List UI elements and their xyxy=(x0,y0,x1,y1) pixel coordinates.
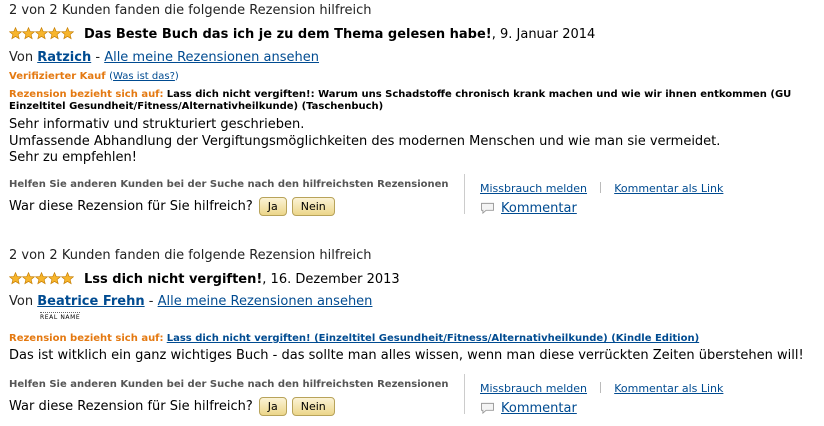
helpful-count: 2 von 2 Kunden fanden die folgende Rezen… xyxy=(9,3,372,18)
author-link[interactable]: Ratzich xyxy=(37,50,91,65)
star-rating xyxy=(9,272,74,285)
review-body-line: Sehr zu empfehlen! xyxy=(9,150,137,165)
review-body: Das ist witklich ein ganz wichtiges Buch… xyxy=(9,348,804,365)
feedback-hint: Helfen Sie anderen Kunden bei der Suche … xyxy=(9,379,449,390)
vote-row: War diese Rezension für Sie hilfreich? J… xyxy=(9,397,335,416)
author-link[interactable]: Beatrice Frehn xyxy=(37,294,144,309)
real-name-badge: REAL NAME xyxy=(40,312,81,321)
star-icon xyxy=(48,272,61,285)
by-prefix: Von xyxy=(9,50,34,65)
star-icon xyxy=(61,272,74,285)
comment-action[interactable]: Kommentar xyxy=(480,197,577,216)
star-icon xyxy=(35,27,48,40)
helpful-count: 2 von 2 Kunden fanden die folgende Rezen… xyxy=(9,248,372,263)
action-divider xyxy=(600,382,602,393)
comment-as-link[interactable]: Kommentar als Link xyxy=(614,182,723,195)
comment-link[interactable]: Kommentar xyxy=(501,201,577,216)
comment-bubble-icon xyxy=(481,202,494,214)
byline-separator: - xyxy=(148,294,154,309)
all-reviews-link[interactable]: Alle meine Rezensionen ansehen xyxy=(158,294,373,309)
report-abuse-link[interactable]: Missbrauch melden xyxy=(480,382,587,395)
product-label: Rezension bezieht sich auf: xyxy=(9,333,164,344)
vote-row: War diese Rezension für Sie hilfreich? J… xyxy=(9,197,335,216)
comment-action[interactable]: Kommentar xyxy=(480,397,577,416)
star-icon xyxy=(48,27,61,40)
verified-purchase: Verifizierter Kauf (Was ist das?) xyxy=(9,71,179,82)
review-body: Sehr informativ und strukturiert geschri… xyxy=(9,117,720,167)
review-body-line: Das ist witklich ein ganz wichtiges Buch… xyxy=(9,348,804,363)
product-link[interactable]: Lass dich nicht vergiften! (Einzeltitel … xyxy=(167,333,699,344)
review-body-line: Umfassende Abhandlung der Vergiftungsmög… xyxy=(9,133,721,149)
star-icon xyxy=(9,272,22,285)
star-rating xyxy=(9,27,74,40)
review-title: Lss dich nicht vergiften!, 16. Dezember … xyxy=(84,272,400,287)
review-date: , 9. Januar 2014 xyxy=(491,27,596,42)
review-byline: Von Ratzich - Alle meine Rezensionen ans… xyxy=(9,50,319,65)
product-reference: Rezension bezieht sich auf: Lass dich ni… xyxy=(9,89,809,113)
comment-bubble-icon xyxy=(481,402,494,414)
comment-as-link[interactable]: Kommentar als Link xyxy=(614,382,723,395)
review-title-text: Lss dich nicht vergiften! xyxy=(84,272,263,287)
all-reviews-link[interactable]: Alle meine Rezensionen ansehen xyxy=(104,50,319,65)
review-actions: Missbrauch melden Kommentar als Link xyxy=(480,177,723,196)
feedback-hint: Helfen Sie anderen Kunden bei der Suche … xyxy=(9,179,449,190)
review-date: , 16. Dezember 2013 xyxy=(262,272,400,287)
star-icon xyxy=(61,27,74,40)
feedback-divider xyxy=(464,374,465,414)
review-actions: Missbrauch melden Kommentar als Link xyxy=(480,377,723,396)
review-byline: Von Beatrice Frehn - Alle meine Rezensio… xyxy=(9,294,372,309)
byline-separator: - xyxy=(95,50,101,65)
action-divider xyxy=(600,182,602,193)
verified-label: Verifizierter Kauf xyxy=(9,71,106,82)
no-button[interactable]: Nein xyxy=(291,397,335,416)
yes-button[interactable]: Ja xyxy=(258,397,287,416)
star-icon xyxy=(22,272,35,285)
star-icon xyxy=(22,27,35,40)
verified-help-link[interactable]: Was ist das? xyxy=(113,71,175,82)
vote-question: War diese Rezension für Sie hilfreich? xyxy=(9,199,253,214)
star-icon xyxy=(35,272,48,285)
review-title: Das Beste Buch das ich je zu dem Thema g… xyxy=(84,27,595,42)
review-body-line: Sehr informativ und strukturiert geschri… xyxy=(9,117,305,132)
vote-question: War diese Rezension für Sie hilfreich? xyxy=(9,399,253,414)
comment-link[interactable]: Kommentar xyxy=(501,401,577,416)
by-prefix: Von xyxy=(9,294,34,309)
feedback-divider xyxy=(464,174,465,214)
report-abuse-link[interactable]: Missbrauch melden xyxy=(480,182,587,195)
star-icon xyxy=(9,27,22,40)
product-reference: Rezension bezieht sich auf: Lass dich ni… xyxy=(9,333,819,345)
no-button[interactable]: Nein xyxy=(291,197,335,216)
product-label: Rezension bezieht sich auf: xyxy=(9,89,164,100)
yes-button[interactable]: Ja xyxy=(258,197,287,216)
review-title-text: Das Beste Buch das ich je zu dem Thema g… xyxy=(84,27,492,42)
